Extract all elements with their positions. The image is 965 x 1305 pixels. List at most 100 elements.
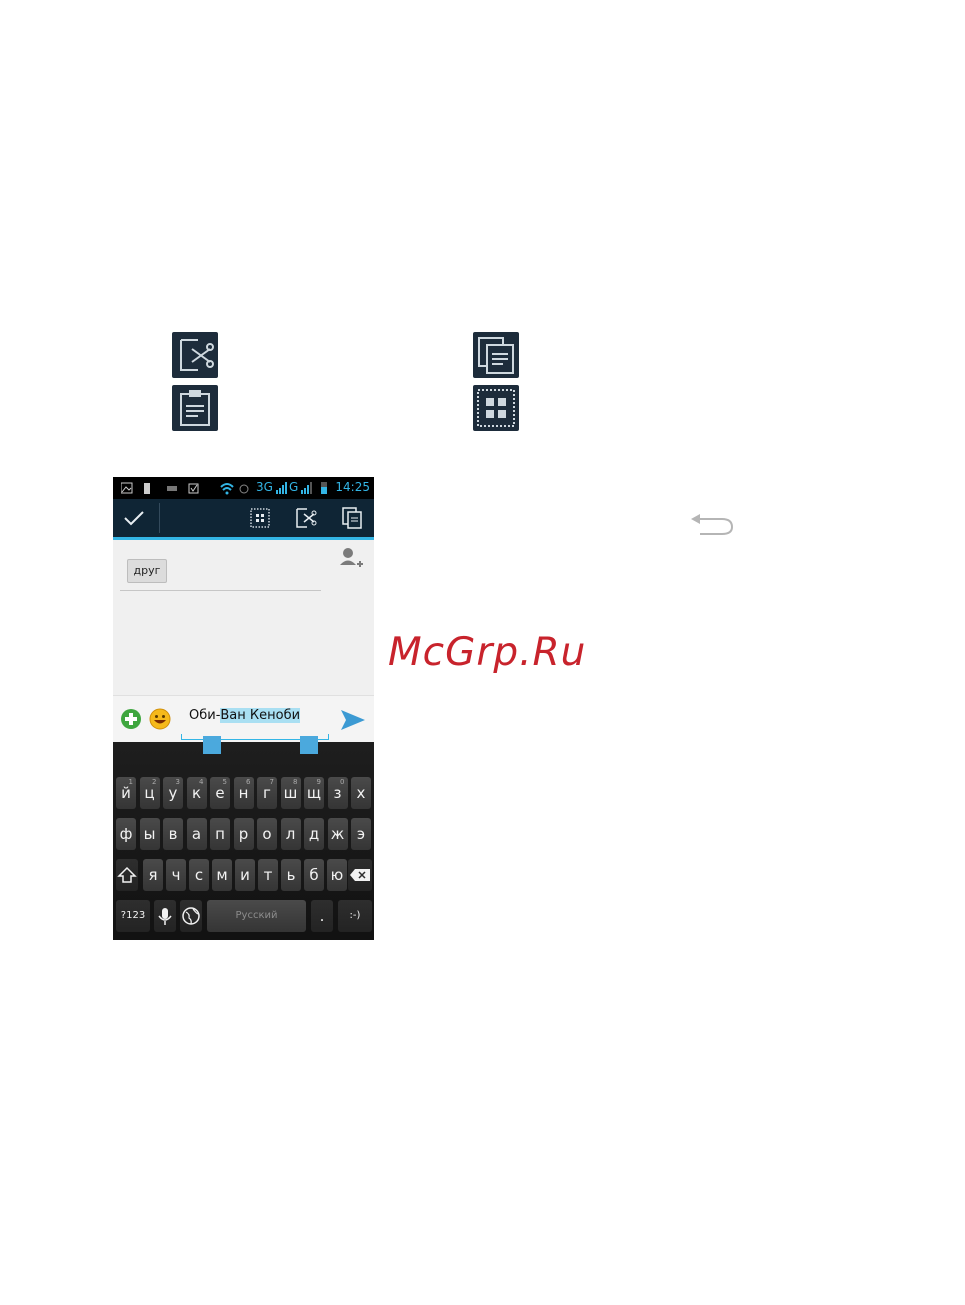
cut-icon — [172, 332, 218, 378]
compose-area: друг — [113, 540, 374, 695]
backspace-key[interactable] — [348, 859, 372, 891]
key-е[interactable]: е5 — [210, 777, 230, 809]
key-ы[interactable]: ы — [139, 818, 160, 850]
key-ц[interactable]: ц2 — [139, 777, 160, 809]
notification-icons — [121, 482, 199, 494]
action-bar-divider — [159, 503, 160, 533]
cut-icon[interactable] — [293, 505, 319, 531]
language-key[interactable] — [180, 900, 202, 932]
clock: 14:25 — [335, 480, 370, 494]
key-label: а — [191, 825, 202, 843]
back-icon — [691, 514, 734, 535]
key-label: в — [168, 825, 178, 843]
key-й[interactable]: й1 — [116, 777, 136, 809]
selection-handle-left[interactable] — [203, 736, 221, 754]
key-ю[interactable]: ю — [327, 859, 347, 891]
status-bar: 3G G 14:25 — [113, 477, 374, 499]
select-all-icon[interactable] — [247, 505, 273, 531]
key-label: я — [148, 866, 158, 884]
key-ф[interactable]: ф — [116, 818, 136, 850]
key-label: б — [309, 866, 319, 884]
done-check-icon[interactable] — [121, 505, 147, 531]
selection-handle-right[interactable] — [300, 736, 318, 754]
message-text-selection: Ван Кеноби — [220, 708, 301, 723]
key-hint: 2 — [152, 778, 157, 786]
globe-icon — [182, 907, 200, 925]
key-hint: 8 — [293, 778, 298, 786]
key-д[interactable]: д — [304, 818, 324, 850]
add-contact-icon[interactable] — [338, 545, 364, 571]
signal-icon-2 — [301, 482, 312, 494]
key-в[interactable]: в — [163, 818, 183, 850]
key-label: э — [356, 825, 366, 843]
key-з[interactable]: з0 — [327, 777, 348, 809]
key-х[interactable]: х — [351, 777, 371, 809]
key-у[interactable]: у3 — [163, 777, 183, 809]
network-3g-label: 3G — [256, 480, 273, 494]
key-м[interactable]: м — [212, 859, 232, 891]
key-label: и — [240, 866, 250, 884]
key-label: м — [216, 866, 228, 884]
period-key[interactable]: . — [311, 900, 333, 932]
key-т[interactable]: т — [258, 859, 278, 891]
recipient-field-underline — [120, 590, 321, 591]
key-label: л — [285, 825, 296, 843]
key-label: т — [263, 866, 273, 884]
paste-icon — [172, 385, 218, 431]
backspace-icon — [350, 869, 370, 881]
recipient-chip[interactable]: друг — [127, 559, 167, 583]
wifi-icon — [220, 483, 249, 495]
key-а[interactable]: а — [186, 818, 207, 850]
send-icon[interactable] — [340, 708, 366, 732]
watermark: McGrp.Ru — [388, 630, 587, 675]
key-г[interactable]: г7 — [257, 777, 277, 809]
signal-icon — [276, 482, 287, 494]
symbols-key[interactable]: ?123 — [116, 900, 150, 932]
smiley-key[interactable]: :-) — [338, 900, 372, 932]
copy-icon[interactable] — [339, 505, 365, 531]
key-и[interactable]: и — [235, 859, 255, 891]
mic-key[interactable] — [154, 900, 176, 932]
key-hint: 6 — [246, 778, 251, 786]
microphone-icon — [158, 908, 172, 925]
key-label: р — [238, 825, 249, 843]
message-text-field[interactable]: Оби-Ван Кеноби — [189, 708, 301, 723]
key-hint: 0 — [340, 778, 345, 786]
space-key[interactable]: Русский — [207, 900, 306, 932]
key-hint: 7 — [269, 778, 274, 786]
keyboard-row-2: фывапролджэ — [113, 818, 374, 850]
copy-icon — [473, 332, 519, 378]
action-bar — [113, 499, 374, 540]
key-label: х — [356, 784, 366, 802]
key-hint: 5 — [222, 778, 227, 786]
key-hint: 3 — [175, 778, 180, 786]
key-н[interactable]: н6 — [233, 777, 254, 809]
select-all-icon — [473, 385, 519, 431]
key-р[interactable]: р — [233, 818, 254, 850]
key-ь[interactable]: ь — [281, 859, 301, 891]
key-к[interactable]: к4 — [186, 777, 207, 809]
key-ж[interactable]: ж — [327, 818, 348, 850]
key-с[interactable]: с — [189, 859, 209, 891]
key-ш[interactable]: ш8 — [280, 777, 301, 809]
emoji-icon[interactable] — [149, 708, 171, 730]
key-label: ю — [330, 866, 344, 884]
battery-icon — [321, 482, 327, 494]
key-л[interactable]: л — [280, 818, 301, 850]
attach-plus-icon[interactable] — [120, 708, 142, 730]
key-б[interactable]: б — [304, 859, 324, 891]
key-щ[interactable]: щ9 — [304, 777, 324, 809]
key-о[interactable]: о — [257, 818, 277, 850]
shift-key[interactable] — [116, 859, 138, 891]
shift-icon — [117, 866, 137, 883]
key-я[interactable]: я — [143, 859, 163, 891]
keyboard-row-1: й1ц2у3к4е5н6г7ш8щ9з0 х — [113, 777, 374, 809]
key-label: п — [215, 825, 225, 843]
key-п[interactable]: п — [210, 818, 230, 850]
key-hint: 1 — [128, 778, 133, 786]
key-label: с — [194, 866, 204, 884]
key-ч[interactable]: ч — [166, 859, 186, 891]
key-э[interactable]: э — [351, 818, 371, 850]
key-label: о — [262, 825, 272, 843]
key-label: ь — [286, 866, 296, 884]
